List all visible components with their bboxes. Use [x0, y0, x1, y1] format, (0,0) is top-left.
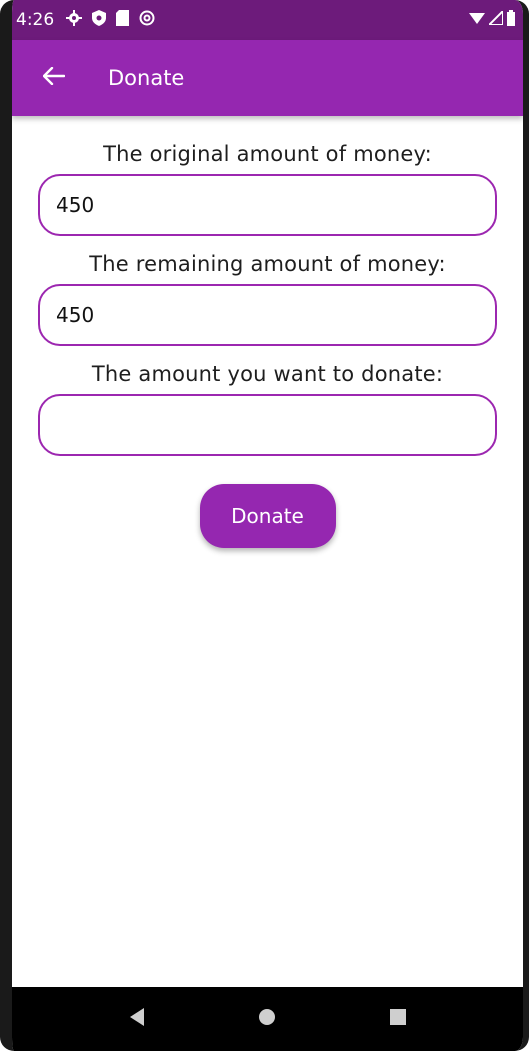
- status-right-icons: [469, 8, 515, 31]
- back-button[interactable]: [26, 50, 82, 106]
- at-sign-icon: [139, 10, 155, 31]
- nav-home-button[interactable]: [247, 999, 287, 1039]
- nav-recents-button[interactable]: [378, 999, 418, 1039]
- gear-icon: [66, 9, 83, 31]
- wifi-icon: [469, 10, 485, 30]
- phone-screen: 4:26 Donate The original amount of money…: [0, 0, 529, 1051]
- donate-amount-label: The amount you want to donate:: [91, 362, 444, 386]
- original-amount-label: The original amount of money:: [103, 142, 432, 166]
- status-left-icons: [66, 9, 155, 31]
- recents-square-icon: [389, 1008, 407, 1030]
- battery-icon: [507, 9, 515, 31]
- sd-card-icon: [116, 9, 130, 31]
- arrow-left-icon: [42, 66, 66, 89]
- remaining-amount-label: The remaining amount of money:: [89, 252, 446, 276]
- shield-icon: [92, 9, 107, 31]
- app-bar: Donate: [12, 40, 523, 116]
- remaining-amount-field-container: [38, 284, 497, 346]
- donate-amount-field[interactable]: [54, 412, 495, 438]
- page-title: Donate: [108, 66, 185, 90]
- home-circle-icon: [257, 1007, 277, 1031]
- original-amount-field[interactable]: [54, 192, 495, 218]
- donate-amount-field-container: [38, 394, 497, 456]
- original-amount-field-container: [38, 174, 497, 236]
- status-bar: 4:26: [12, 0, 523, 40]
- navigation-bar: [12, 987, 523, 1051]
- donate-form: The original amount of money: The remain…: [12, 116, 523, 548]
- signal-icon: [486, 8, 504, 30]
- remaining-amount-field[interactable]: [54, 302, 495, 328]
- button-row: Donate: [38, 484, 497, 548]
- donate-button[interactable]: Donate: [199, 484, 336, 548]
- back-triangle-icon: [128, 1007, 146, 1031]
- nav-back-button[interactable]: [117, 999, 157, 1039]
- status-time: 4:26: [16, 10, 55, 30]
